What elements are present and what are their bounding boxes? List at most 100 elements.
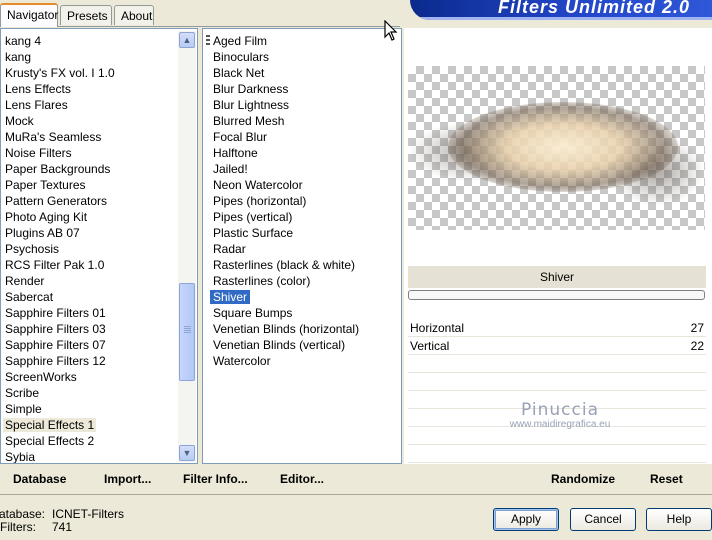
filter-item[interactable]: Square Bumps (213, 305, 292, 321)
filter-label: Pipes (vertical) (213, 210, 293, 224)
category-label: Photo Aging Kit (5, 210, 88, 224)
filter-item[interactable]: Rasterlines (color) (213, 273, 310, 289)
param-row-horizontal[interactable]: Horizontal 27 (408, 320, 706, 337)
category-label: Render (5, 274, 45, 288)
randomize-button[interactable]: Randomize (551, 470, 615, 488)
filter-item[interactable]: Binoculars (213, 49, 269, 65)
scroll-up-icon[interactable]: ▲ (179, 32, 195, 48)
category-item[interactable]: Sapphire Filters 07 (5, 337, 106, 353)
category-item[interactable]: RCS Filter Pak 1.0 (5, 257, 104, 273)
category-item[interactable]: Render (5, 273, 44, 289)
apply-button[interactable]: Apply (493, 508, 559, 531)
tab-navigator[interactable]: Navigator (0, 3, 58, 27)
filter-item[interactable]: Blurred Mesh (213, 113, 284, 129)
filter-item[interactable]: Blur Darkness (213, 81, 288, 97)
category-item[interactable]: Sapphire Filters 03 (5, 321, 106, 337)
filter-item[interactable]: Blur Lightness (213, 97, 289, 113)
app-banner: Filters Unlimited 2.0 (410, 0, 712, 20)
category-label: MuRa's Seamless (5, 130, 102, 144)
import-button[interactable]: Import... (104, 470, 151, 488)
category-item[interactable]: Scribe (5, 385, 39, 401)
list-grip-icon (206, 35, 210, 47)
filter-label: Shiver (210, 290, 251, 304)
category-item[interactable]: Paper Backgrounds (5, 161, 110, 177)
param-row-vertical[interactable]: Vertical 22 (408, 338, 706, 355)
category-item[interactable]: Lens Flares (5, 97, 68, 113)
filter-item[interactable]: Halftone (213, 145, 258, 161)
database-button[interactable]: Database (13, 470, 66, 488)
filter-item[interactable]: Venetian Blinds (horizontal) (213, 321, 359, 337)
filter-item[interactable]: Plastic Surface (213, 225, 293, 241)
param-value: 27 (690, 321, 704, 335)
category-item[interactable]: Plugins AB 07 (5, 225, 80, 241)
category-item[interactable]: Sapphire Filters 01 (5, 305, 106, 321)
filter-label: Rasterlines (color) (213, 274, 311, 288)
category-item[interactable]: Special Effects 2 (5, 433, 94, 449)
param-row-empty (408, 356, 706, 373)
category-label: Simple (5, 402, 42, 416)
reset-button[interactable]: Reset (650, 470, 683, 488)
filter-label: Venetian Blinds (vertical) (213, 338, 346, 352)
category-item[interactable]: Sybia (5, 449, 35, 463)
database-label: Database: (0, 507, 45, 521)
category-item[interactable]: Sapphire Filters 12 (5, 353, 106, 369)
filter-item[interactable]: Watercolor (213, 353, 271, 369)
category-label: Paper Textures (5, 178, 86, 192)
filter-label: Black Net (213, 66, 265, 80)
category-item[interactable]: kang 4 (5, 33, 41, 49)
filter-label: Blur Lightness (213, 98, 290, 112)
filter-label: Square Bumps (213, 306, 293, 320)
category-item[interactable]: Sabercat (5, 289, 53, 305)
progress-bar (408, 290, 705, 300)
category-item[interactable]: Noise Filters (5, 145, 72, 161)
category-label: Mock (5, 114, 34, 128)
watermark-name: Pinuccia (521, 400, 599, 420)
help-button[interactable]: Help (646, 508, 712, 531)
tab-presets[interactable]: Presets (60, 5, 112, 25)
filter-label: Blur Darkness (213, 82, 289, 96)
filter-item[interactable]: Pipes (vertical) (213, 209, 292, 225)
filter-item[interactable]: Black Net (213, 65, 264, 81)
category-item[interactable]: Krusty's FX vol. I 1.0 (5, 65, 115, 81)
category-label: Sabercat (5, 290, 54, 304)
filter-item[interactable]: Aged Film (213, 33, 267, 49)
category-item[interactable]: ScreenWorks (5, 369, 77, 385)
category-item[interactable]: Photo Aging Kit (5, 209, 87, 225)
filter-item[interactable]: Rasterlines (black & white) (213, 257, 355, 273)
filters-label: Filters: (0, 520, 36, 534)
filter-item[interactable]: Focal Blur (213, 129, 267, 145)
category-item[interactable]: kang (5, 49, 31, 65)
filter-item[interactable]: Jailed! (213, 161, 248, 177)
editor-button[interactable]: Editor... (280, 470, 324, 488)
banner-edge (410, 17, 712, 20)
param-row-empty (408, 374, 706, 391)
filter-item[interactable]: Shiver (210, 289, 251, 305)
category-item[interactable]: Special Effects 1 (3, 417, 97, 433)
database-value: ICNET-Filters (52, 507, 124, 521)
tab-about[interactable]: About (114, 5, 154, 25)
category-scrollbar[interactable]: ▲ ▼ (178, 31, 196, 462)
category-label: ScreenWorks (5, 370, 77, 384)
filter-item[interactable]: Radar (213, 241, 246, 257)
filter-info-button[interactable]: Filter Info... (183, 470, 248, 488)
category-item[interactable]: Psychosis (5, 241, 59, 257)
category-item[interactable]: Lens Effects (5, 81, 71, 97)
filter-item[interactable]: Venetian Blinds (vertical) (213, 337, 345, 353)
filter-item[interactable]: Neon Watercolor (213, 177, 303, 193)
category-item[interactable]: Paper Textures (5, 177, 86, 193)
category-item[interactable]: MuRa's Seamless (5, 129, 101, 145)
cancel-button[interactable]: Cancel (570, 508, 636, 531)
category-label: Plugins AB 07 (5, 226, 80, 240)
filter-item[interactable]: Pipes (horizontal) (213, 193, 306, 209)
filter-label: Halftone (213, 146, 258, 160)
category-list[interactable]: kang 4 kang Krusty's FX vol. I 1.0 Lens Eff… (0, 28, 198, 464)
filter-list[interactable]: Aged Film Binoculars Black Net Blur Darknes… (202, 28, 402, 464)
param-row-empty (408, 446, 706, 463)
scroll-thumb[interactable] (179, 283, 195, 381)
category-label: Special Effects 2 (5, 434, 95, 448)
category-item[interactable]: Simple (5, 401, 42, 417)
scroll-down-icon[interactable]: ▼ (179, 445, 195, 461)
category-item[interactable]: Pattern Generators (5, 193, 107, 209)
category-item[interactable]: Mock (5, 113, 34, 129)
category-label: Pattern Generators (5, 194, 108, 208)
